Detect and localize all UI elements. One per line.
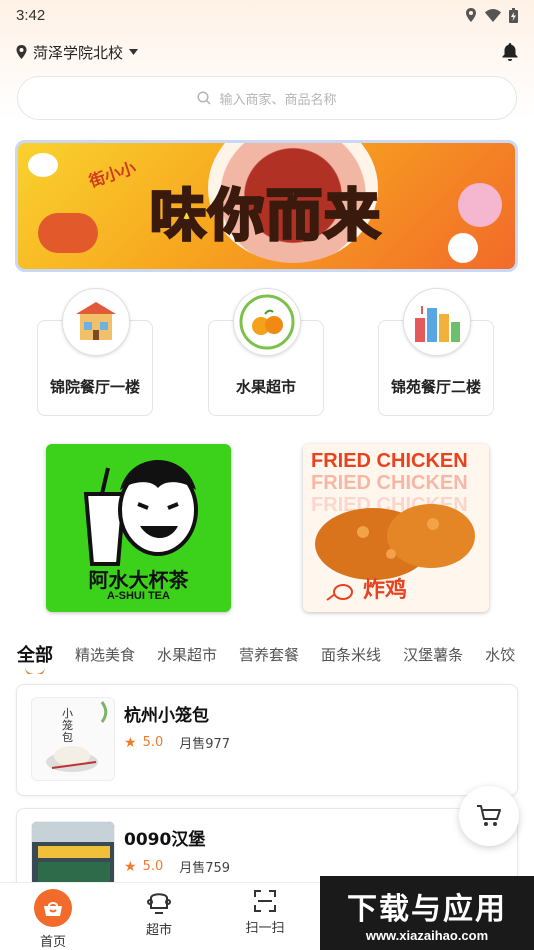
tab-dumplings[interactable]: 水饺 bbox=[485, 644, 515, 665]
restaurant-building-icon bbox=[62, 288, 130, 356]
wifi-icon bbox=[485, 8, 501, 22]
caret-down-icon bbox=[129, 49, 139, 55]
campus-name: 菏泽学院北校 bbox=[33, 43, 124, 62]
status-icons bbox=[465, 7, 518, 23]
star-icon: ★ bbox=[124, 734, 137, 751]
nav-home[interactable]: 首页 bbox=[0, 883, 106, 950]
promo-ashui-title: 阿水大杯茶 bbox=[88, 568, 189, 592]
search-placeholder: 输入商家、商品名称 bbox=[219, 92, 337, 108]
ashui-mascot-graphic bbox=[83, 460, 198, 566]
bell-icon[interactable] bbox=[502, 43, 518, 61]
banner-popcorn-graphic bbox=[448, 233, 478, 263]
tab-featured-food[interactable]: 精选美食 bbox=[75, 644, 135, 665]
category-label: 水果超市 bbox=[235, 378, 296, 396]
tab-fruit-market[interactable]: 水果超市 bbox=[157, 644, 217, 665]
category-row: 锦院餐厅一楼 水果超市 锦苑餐厅二楼 bbox=[0, 286, 534, 416]
store-sales: 月售759 bbox=[179, 861, 231, 876]
promo-chicken-subtitle: 炸鸡 bbox=[363, 578, 408, 603]
location-status-icon bbox=[466, 8, 476, 22]
store-rating: 5.0 bbox=[142, 735, 164, 750]
promo-ashui-tea[interactable]: 阿水大杯茶 A-SHUI TEA bbox=[46, 444, 231, 612]
watermark-title: 下载与应用 bbox=[347, 891, 507, 927]
nav-label: 扫一扫 bbox=[245, 921, 285, 936]
battery-icon bbox=[509, 7, 518, 23]
scan-icon bbox=[254, 890, 276, 912]
banner-hotdog-graphic bbox=[38, 213, 98, 253]
cart-icon bbox=[477, 805, 501, 826]
tab-burgers-fries[interactable]: 汉堡薯条 bbox=[403, 644, 463, 665]
promo-banner[interactable]: 街小小 味你而来 bbox=[15, 140, 518, 272]
map-pin-icon bbox=[16, 45, 27, 59]
search-input[interactable]: 输入商家、商品名称 bbox=[17, 76, 517, 120]
banner-cotton-candy-graphic bbox=[458, 183, 502, 227]
tab-noodles[interactable]: 面条米线 bbox=[321, 644, 381, 665]
category-tabs: 全部 精选美食 水果超市 营养套餐 面条米线 汉堡薯条 水饺 bbox=[0, 634, 534, 674]
store-meta: ★ 5.0 月售759 bbox=[124, 857, 231, 877]
banner-title: 味你而来 bbox=[149, 183, 382, 251]
banner-egg-graphic bbox=[28, 153, 58, 177]
nav-label: 超市 bbox=[145, 923, 172, 938]
banner-tag: 街小小 bbox=[86, 157, 139, 191]
status-bar: 3:42 bbox=[0, 0, 534, 30]
store-card[interactable]: 小笼包 杭州小笼包 ★ 5.0 月售977 bbox=[16, 684, 518, 796]
orange-fruit-icon bbox=[233, 288, 301, 356]
store-meta: ★ 5.0 月售977 bbox=[124, 733, 231, 753]
promo-fried-chicken[interactable]: FRIED CHICKEN FRIED CHICKEN FRIED CHICKE… bbox=[303, 444, 489, 612]
nav-label: 首页 bbox=[39, 935, 66, 950]
cart-button[interactable] bbox=[459, 786, 519, 846]
fried-chicken-graphic bbox=[315, 504, 475, 580]
store-thumbnail: 小笼包 bbox=[31, 697, 115, 781]
status-time: 3:42 bbox=[16, 6, 46, 24]
promo-ashui-subtitle: A-SHUI TEA bbox=[107, 590, 170, 602]
store-rating: 5.0 bbox=[142, 859, 164, 874]
watermark-url: www.xiazaihao.com bbox=[365, 927, 489, 943]
watermark-logo: 下载与应用 www.xiazaihao.com bbox=[320, 876, 534, 950]
tab-all[interactable]: 全部 bbox=[17, 641, 53, 667]
store-name: 0090汉堡 bbox=[124, 830, 206, 850]
home-basket-icon bbox=[34, 889, 72, 927]
nav-scan[interactable]: 扫一扫 bbox=[212, 883, 318, 950]
store-name: 杭州小笼包 bbox=[124, 706, 209, 726]
store-sales: 月售977 bbox=[179, 737, 231, 752]
category-label: 锦院餐厅一楼 bbox=[49, 378, 140, 396]
star-icon: ★ bbox=[124, 858, 137, 875]
drumstick-icon bbox=[326, 584, 353, 601]
category-label: 锦苑餐厅二楼 bbox=[390, 378, 481, 396]
city-buildings-icon bbox=[403, 288, 471, 356]
search-icon bbox=[197, 91, 212, 105]
tab-nutrition-set[interactable]: 营养套餐 bbox=[239, 644, 299, 665]
nav-supermarket[interactable]: 超市 bbox=[106, 883, 212, 950]
campus-selector[interactable]: 菏泽学院北校 bbox=[16, 42, 139, 63]
supermarket-icon bbox=[147, 893, 171, 914]
promo-chicken-title: FRIED CHICKEN bbox=[311, 450, 468, 472]
location-bar: 菏泽学院北校 bbox=[16, 38, 518, 66]
